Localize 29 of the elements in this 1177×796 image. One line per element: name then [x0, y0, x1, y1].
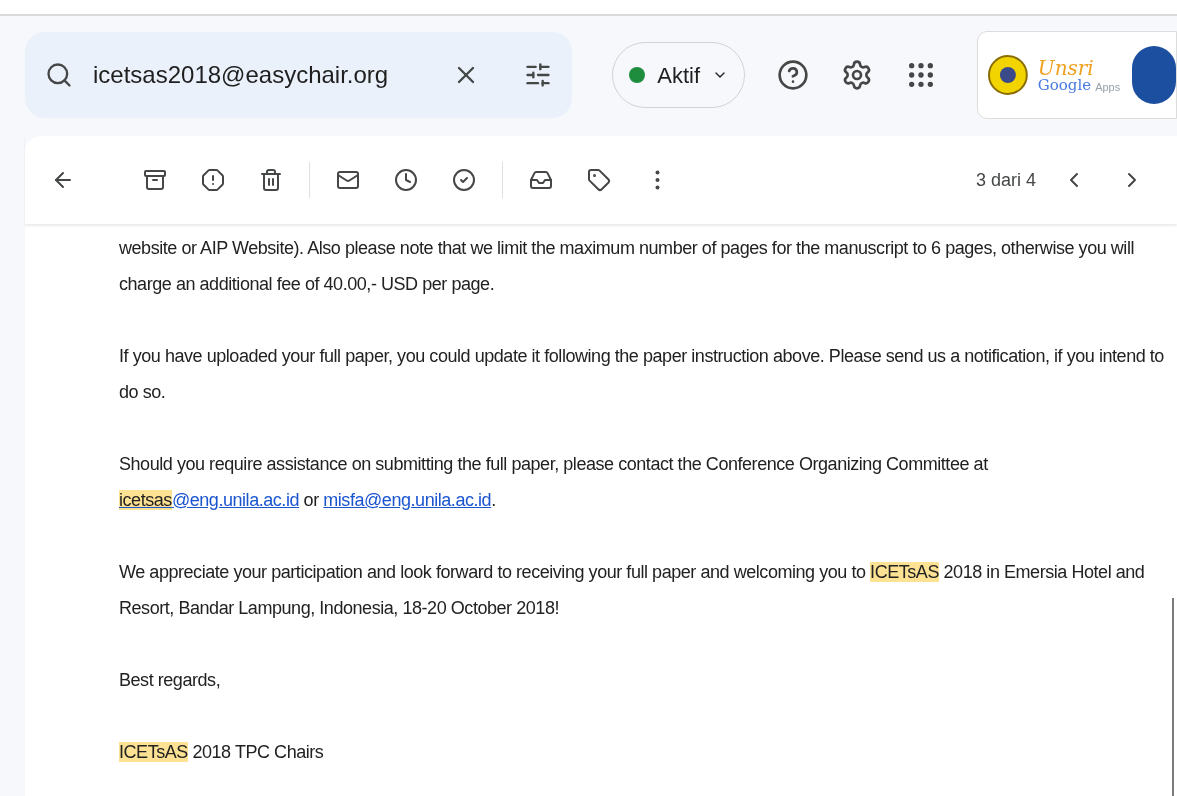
email-paragraph: We appreciate your participation and look forward to receiving your full paper and welcoming you to ICETsAS 2018 in Emersia Hotel and Resort, Bandar Lampung, Indonesia, 18-20 October 2018! [119, 561, 1146, 620]
email-paragraph: website or AIP Website). Also please note that we limit the maximum number of pages for the manuscript to 6 pages, otherwise you will charge an additional fee of 40.00,- USD per page. [119, 237, 1135, 296]
logo-text: Unsri [1037, 57, 1095, 78]
tag-icon [587, 168, 611, 192]
search-field[interactable]: icetsas2018@easychair.org [25, 32, 573, 118]
search-input[interactable]: icetsas2018@easychair.org [93, 57, 433, 93]
check-icon [452, 168, 476, 192]
email-paragraph: Should you require assistance on submitting the full paper, please contact the Conference Organizing Committee at icetsas@eng.unila.ac.id or misfa@eng.unila.ac.id. [119, 453, 989, 512]
email-paragraph: If you have uploaded your full paper, you could update it following the paper instruction above. Please send us a notification, if you intend to do so. [119, 345, 1164, 404]
alert-icon [201, 168, 225, 192]
help-icon[interactable] [777, 59, 809, 91]
email-paragraph: ICETsAS 2018 TPC Chairs [119, 741, 325, 764]
logo-text: Apps [1095, 81, 1121, 93]
email-paragraph: Best regards, [119, 669, 222, 692]
avatar [1132, 46, 1176, 104]
search-icon [45, 61, 73, 89]
email-link[interactable]: misfa@eng.unila.ac.id [323, 490, 492, 510]
inbox-icon [529, 168, 553, 192]
archive-icon [143, 168, 167, 192]
sliders-icon [524, 61, 553, 89]
email-link[interactable]: icetsas@eng.unila.ac.id [119, 490, 300, 510]
clock-icon [394, 168, 418, 192]
pager-text: 3 dari 4 [975, 168, 1036, 192]
trash-icon [259, 168, 283, 192]
settings-icon[interactable] [841, 59, 873, 91]
more-icon [654, 170, 660, 190]
emblem-icon [986, 53, 1030, 97]
mail-icon [336, 168, 360, 192]
logo-text: Google [1037, 77, 1092, 93]
